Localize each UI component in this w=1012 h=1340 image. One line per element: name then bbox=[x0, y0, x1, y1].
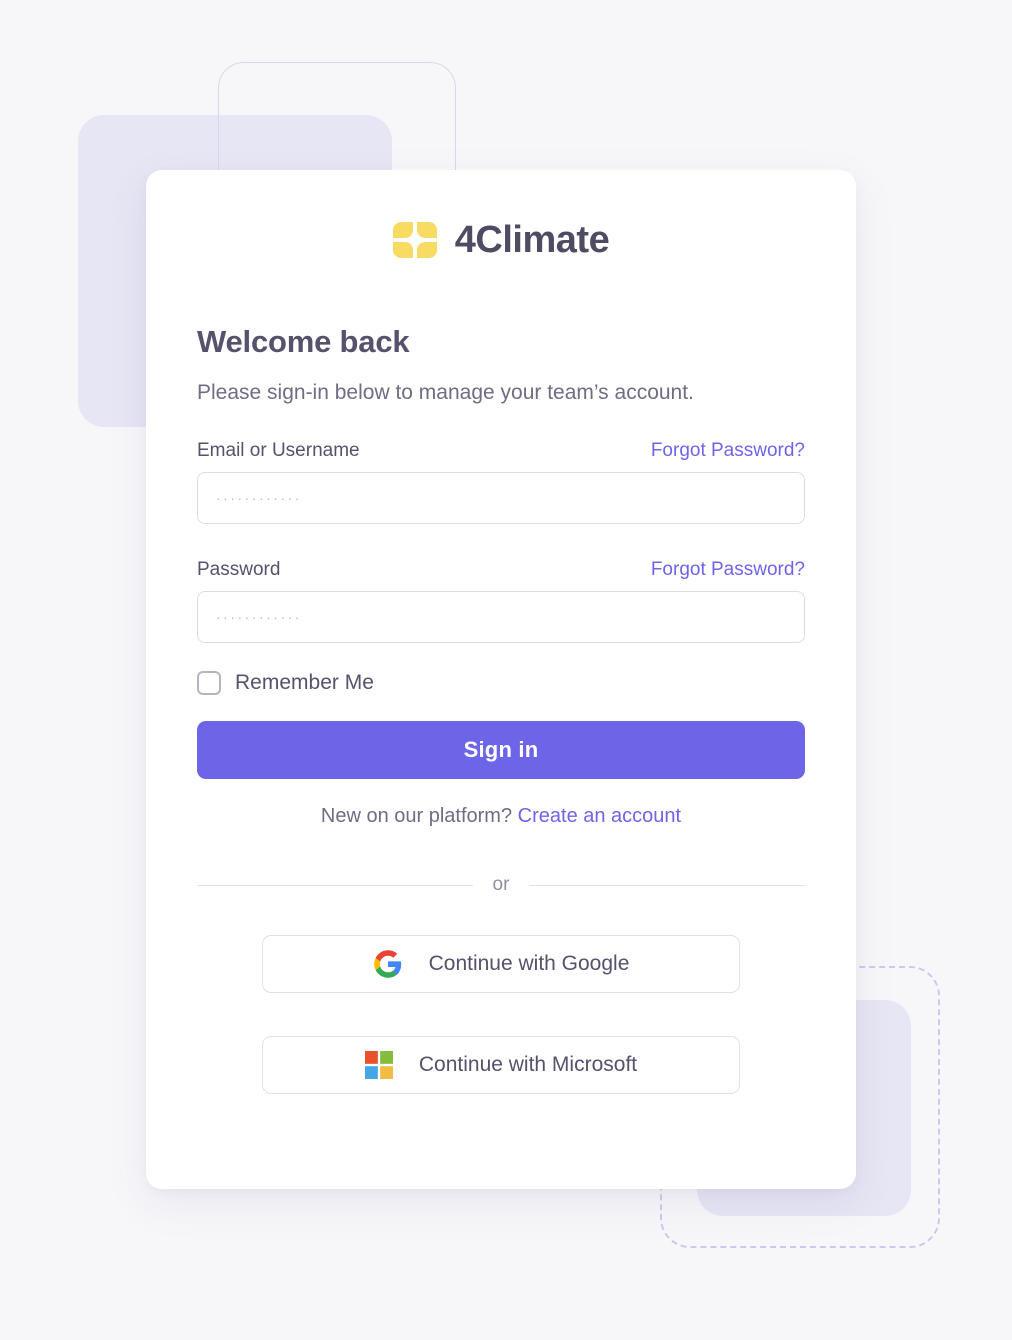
page-subtitle: Please sign-in below to manage your team… bbox=[197, 381, 694, 404]
page-title: Welcome back bbox=[197, 324, 410, 359]
continue-with-microsoft-button[interactable]: Continue with Microsoft bbox=[262, 1036, 740, 1094]
remember-me-checkbox[interactable] bbox=[197, 671, 221, 695]
login-card: 4Climate Welcome back Please sign-in bel… bbox=[146, 170, 856, 1189]
remember-me-label[interactable]: Remember Me bbox=[235, 671, 374, 695]
signup-prompt-row: New on our platform? Create an account bbox=[197, 779, 805, 828]
password-field-group: Password Forgot Password? bbox=[197, 524, 805, 643]
create-account-link[interactable]: Create an account bbox=[518, 805, 681, 827]
forgot-password-link-email[interactable]: Forgot Password? bbox=[651, 440, 805, 462]
microsoft-button-label: Continue with Microsoft bbox=[418, 1053, 638, 1076]
google-button-label: Continue with Google bbox=[428, 952, 630, 975]
email-label: Email or Username bbox=[197, 440, 360, 461]
four-petal-flower-icon bbox=[392, 218, 437, 262]
remember-me-row[interactable]: Remember Me bbox=[197, 643, 805, 695]
password-label: Password bbox=[197, 559, 281, 580]
brand-name: 4Climate bbox=[454, 219, 610, 261]
continue-with-google-button[interactable]: Continue with Google bbox=[262, 935, 740, 993]
email-field-header: Email or Username Forgot Password? bbox=[197, 440, 805, 472]
email-field-group: Email or Username Forgot Password? bbox=[197, 405, 805, 524]
divider-label: or bbox=[492, 874, 510, 895]
sign-in-button[interactable]: Sign in bbox=[197, 721, 805, 779]
google-icon bbox=[373, 949, 403, 979]
password-input[interactable] bbox=[197, 591, 805, 643]
forgot-password-link-password[interactable]: Forgot Password? bbox=[651, 559, 805, 581]
divider-line-right bbox=[529, 884, 805, 886]
email-input[interactable] bbox=[197, 472, 805, 524]
divider-line-left bbox=[197, 884, 473, 886]
signup-prompt-text: New on our platform? bbox=[320, 805, 513, 827]
password-field-header: Password Forgot Password? bbox=[197, 559, 805, 591]
brand-lockup: 4Climate bbox=[197, 170, 805, 262]
or-divider: or bbox=[197, 828, 805, 896]
microsoft-icon bbox=[364, 1051, 393, 1079]
